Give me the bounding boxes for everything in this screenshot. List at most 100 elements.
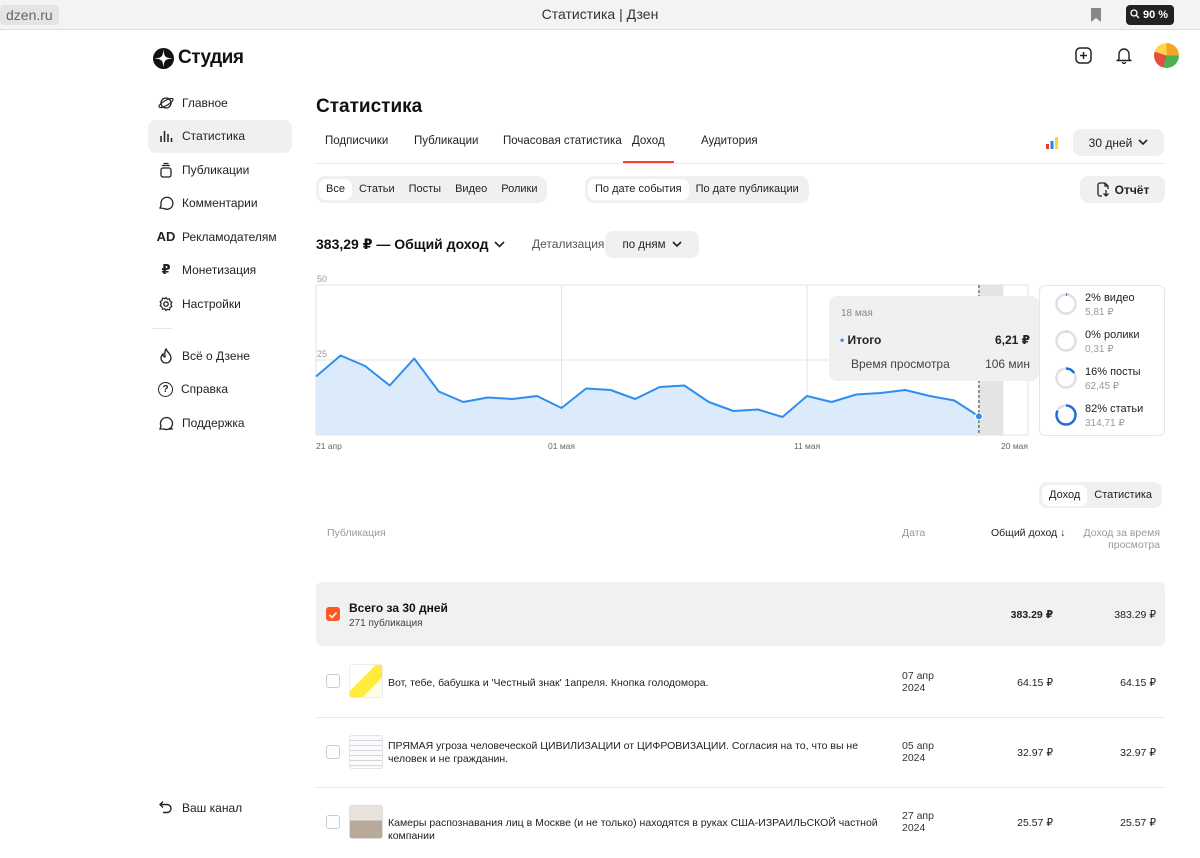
total-row-count: 271 публикация (349, 618, 423, 629)
breakdown-label: 2% видео (1085, 292, 1135, 304)
breakdown-value: 5,81 ₽ (1085, 307, 1114, 318)
column-watch-income[interactable]: Доход за время просмотра (1080, 527, 1160, 551)
bookmark-icon[interactable] (1090, 8, 1102, 22)
column-publication: Публикация (327, 527, 386, 539)
window-title: Статистика | Дзен (541, 6, 659, 22)
ring-track (1055, 330, 1077, 352)
tab-hourly[interactable]: Почасовая статистика (503, 135, 622, 163)
sidebar-item-publications[interactable]: Публикации (148, 153, 292, 186)
y-tick-label: 25 (317, 349, 327, 359)
breakdown-value: 62,45 ₽ (1085, 381, 1120, 392)
publication-date: 05 апр 2024 (902, 740, 934, 764)
x-tick-label: 20 мая (1001, 441, 1028, 451)
total-row-title: Всего за 30 дней (349, 601, 448, 615)
sidebar-item-monetization[interactable]: ₽ Монетизация (148, 254, 292, 287)
total-row-income: 383.29 ₽ (1010, 609, 1053, 621)
row-checkbox[interactable] (326, 745, 340, 759)
period-label: 30 дней (1088, 135, 1133, 150)
toggle-statistics[interactable]: Статистика (1087, 485, 1159, 506)
breakdown-label: 16% посты (1085, 366, 1141, 378)
chart-color-icon[interactable] (1045, 136, 1059, 150)
sidebar-item-about[interactable]: Всё о Дзене (148, 339, 292, 372)
chat-icon (158, 415, 174, 431)
filter-by-publication-date[interactable]: По дате публикации (689, 179, 806, 200)
toggle-income[interactable]: Доход (1042, 484, 1088, 506)
create-button[interactable] (1072, 45, 1094, 67)
sidebar-item-label: Справка (181, 382, 229, 396)
publication-thumbnail (349, 735, 383, 769)
publication-income: 64.15 ₽ (1017, 677, 1053, 689)
select-all-checkbox[interactable] (326, 607, 340, 621)
y-tick-label: 50 (317, 274, 327, 284)
income-breakdown: 2% видео 5,81 ₽ 0% ролики 0,31 ₽ 16% пос… (1039, 285, 1165, 436)
breakdown-value: 314,71 ₽ (1085, 418, 1125, 429)
row-checkbox[interactable] (326, 674, 340, 688)
breakdown-label: 0% ролики (1085, 329, 1140, 341)
table-row[interactable]: Камеры распознавания лиц в Москве (и не … (316, 788, 1165, 858)
avatar[interactable] (1154, 43, 1179, 68)
breakdown-articles[interactable]: 82% статьи 314,71 ₽ (1054, 403, 1143, 429)
content-type-filter: Все Статьи Посты Видео Ролики (316, 176, 548, 203)
tab-publications[interactable]: Публикации (414, 135, 478, 163)
zoom-badge[interactable]: 90 % (1126, 5, 1174, 25)
breakdown-video[interactable]: 2% видео 5,81 ₽ (1054, 292, 1135, 318)
table-row[interactable]: Вот, тебе, бабушка и 'Честный знак' 1апр… (316, 648, 1165, 718)
ring-track (1055, 293, 1077, 315)
publication-date: 07 апр 2024 (902, 670, 934, 694)
breakdown-shorts[interactable]: 0% ролики 0,31 ₽ (1054, 329, 1139, 355)
posts-share-ring (1055, 367, 1077, 389)
filter-posts[interactable]: Посты (402, 179, 448, 200)
notifications-button[interactable] (1113, 45, 1135, 67)
chart-tooltip: 18 мая • Итого 6,21 ₽ Время просмотра 10… (829, 296, 1039, 381)
filter-video[interactable]: Видео (448, 179, 494, 200)
sidebar-item-stats[interactable]: Статистика (148, 119, 292, 153)
sidebar-item-support[interactable]: Поддержка (148, 406, 292, 439)
table-row[interactable]: ПРЯМАЯ угроза человеческой ЦИВИЛИЗАЦИИ о… (316, 718, 1165, 788)
tab-audience[interactable]: Аудитория (701, 135, 758, 163)
studio-logo[interactable]: Студия (153, 47, 244, 69)
period-select[interactable]: 30 дней (1073, 129, 1164, 156)
ruble-icon: ₽ (161, 262, 171, 277)
x-tick-label: 11 мая (794, 441, 821, 451)
logo-text: Студия (178, 47, 244, 68)
publication-watch-income: 25.57 ₽ (1120, 817, 1156, 829)
breakdown-label: 82% статьи (1085, 403, 1144, 415)
filter-all[interactable]: Все (319, 179, 352, 200)
filter-by-event-date[interactable]: По дате события (588, 179, 689, 200)
tooltip-watch-label: Время просмотра (851, 357, 950, 371)
sidebar-item-settings[interactable]: Настройки (148, 287, 292, 320)
detail-value: по дням (622, 238, 666, 251)
publication-watch-income: 32.97 ₽ (1120, 747, 1156, 759)
breakdown-posts[interactable]: 16% посты 62,45 ₽ (1054, 366, 1141, 392)
column-date[interactable]: Дата (902, 527, 925, 539)
total-row-watch-income: 383.29 ₽ (1114, 609, 1156, 621)
publication-income: 25.57 ₽ (1017, 817, 1053, 829)
publication-title[interactable]: ПРЯМАЯ угроза человеческой ЦИВИЛИЗАЦИИ о… (388, 740, 888, 766)
your-channel-link[interactable]: Ваш канал (158, 800, 242, 815)
tooltip-total-value: 6,21 ₽ (994, 333, 1030, 347)
tooltip-total-row: • Итого 6,21 ₽ (840, 333, 1030, 347)
detail-select[interactable]: по дням (605, 231, 699, 258)
stack-icon (158, 162, 174, 178)
publication-title[interactable]: Камеры распознавания лиц в Москве (и не … (388, 817, 898, 843)
tab-income[interactable]: Доход (623, 135, 674, 163)
breakdown-value: 0,31 ₽ (1085, 344, 1114, 355)
publication-title[interactable]: Вот, тебе, бабушка и 'Честный знак' 1апр… (388, 677, 888, 690)
sidebar-item-comments[interactable]: Комментарии (148, 187, 292, 220)
sidebar-item-help[interactable]: ? Справка (148, 373, 292, 406)
filter-articles[interactable]: Статьи (352, 179, 402, 200)
sidebar-item-label: Комментарии (182, 196, 258, 210)
filter-shorts[interactable]: Ролики (494, 179, 544, 200)
row-checkbox[interactable] (326, 815, 340, 829)
report-button[interactable]: Отчёт (1080, 176, 1165, 203)
column-total-income[interactable]: Общий доход ↓ (991, 527, 1065, 539)
tab-subscribers[interactable]: Подписчики (325, 135, 388, 163)
sidebar-item-label: Статистика (182, 129, 246, 143)
tooltip-total-label: Итого (847, 333, 882, 347)
zoom-level: 90 % (1143, 9, 1169, 21)
report-label: Отчёт (1114, 182, 1150, 197)
total-income-select[interactable]: 383,29 ₽ — Общий доход (316, 236, 506, 253)
sidebar-item-main[interactable]: Главное (148, 86, 292, 119)
flame-icon (158, 347, 174, 364)
sidebar-item-advertisers[interactable]: AD Рекламодателям (148, 220, 292, 253)
